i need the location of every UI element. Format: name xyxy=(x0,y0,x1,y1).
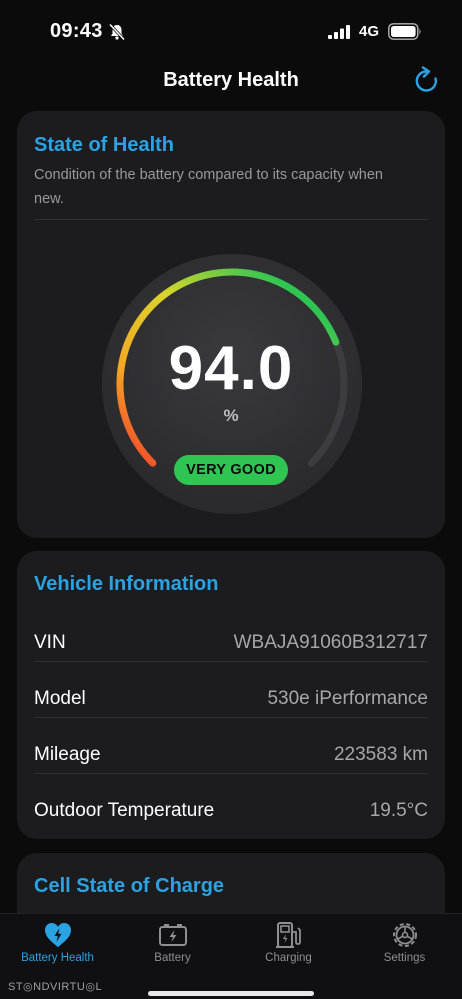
info-row-mileage: Mileage 223583 km xyxy=(34,727,428,783)
info-value: 223583 km xyxy=(333,744,428,765)
refresh-icon[interactable] xyxy=(413,66,441,96)
network-type: 4G xyxy=(359,23,380,40)
info-row-vin: VIN WBAJA91060B312717 xyxy=(34,615,428,671)
divider xyxy=(34,219,428,220)
state-of-health-title: State of Health xyxy=(34,134,175,156)
info-value: WBAJA91060B312717 xyxy=(233,632,428,653)
cell-state-of-charge-title: Cell State of Charge xyxy=(34,875,225,897)
info-label: VIN xyxy=(34,632,66,653)
home-indicator xyxy=(148,991,314,996)
info-label: Mileage xyxy=(34,744,101,765)
tab-battery[interactable]: Battery xyxy=(115,914,230,974)
battery-bolt-icon xyxy=(158,924,187,946)
watermark: ST◎NDVIRTU◎L xyxy=(8,981,103,993)
info-value: 530e iPerformance xyxy=(267,688,428,709)
info-label: Outdoor Temperature xyxy=(34,800,215,821)
gear-icon xyxy=(392,923,417,947)
signal-icon xyxy=(328,25,350,39)
tab-charging[interactable]: Charging xyxy=(231,914,346,974)
info-row-model: Model 530e iPerformance xyxy=(34,671,428,727)
tab-label: Charging xyxy=(265,952,312,964)
navigation-bar: Battery Health xyxy=(0,60,462,108)
vehicle-information-card: Vehicle Information VIN WBAJA91060B31271… xyxy=(17,551,445,839)
tab-bar: Battery Health Battery Charging Settings… xyxy=(0,913,462,999)
content-scroll[interactable]: State of Health Condition of the battery… xyxy=(0,108,462,913)
heart-bolt-icon xyxy=(44,923,71,947)
state-of-health-description: Condition of the battery compared to its… xyxy=(34,167,383,207)
tab-settings[interactable]: Settings xyxy=(347,914,462,974)
divider xyxy=(34,661,428,662)
tab-label: Battery xyxy=(154,952,191,964)
battery-icon xyxy=(388,23,421,40)
bell-slash-icon xyxy=(108,23,126,41)
cell-state-of-charge-card: Cell State of Charge xyxy=(17,853,445,913)
charging-station-icon xyxy=(275,922,301,948)
status-badge: VERY GOOD xyxy=(174,455,288,485)
tab-label: Settings xyxy=(383,952,426,964)
tab-battery-health[interactable]: Battery Health xyxy=(0,914,115,974)
divider xyxy=(34,717,428,718)
health-unit: % xyxy=(223,406,239,425)
status-bar: 09:43 4G xyxy=(0,0,462,60)
status-time: 09:43 xyxy=(50,20,103,42)
info-value: 19.5°C xyxy=(369,800,428,821)
tab-label: Battery Health xyxy=(21,952,94,964)
page-title: Battery Health xyxy=(163,69,299,91)
divider xyxy=(34,773,428,774)
info-row-outdoor-temperature: Outdoor Temperature 19.5°C xyxy=(34,783,428,839)
vehicle-information-title: Vehicle Information xyxy=(34,573,219,595)
health-value: 94.0 xyxy=(168,334,294,403)
state-of-health-card: State of Health Condition of the battery… xyxy=(17,111,445,538)
info-label: Model xyxy=(34,688,86,709)
